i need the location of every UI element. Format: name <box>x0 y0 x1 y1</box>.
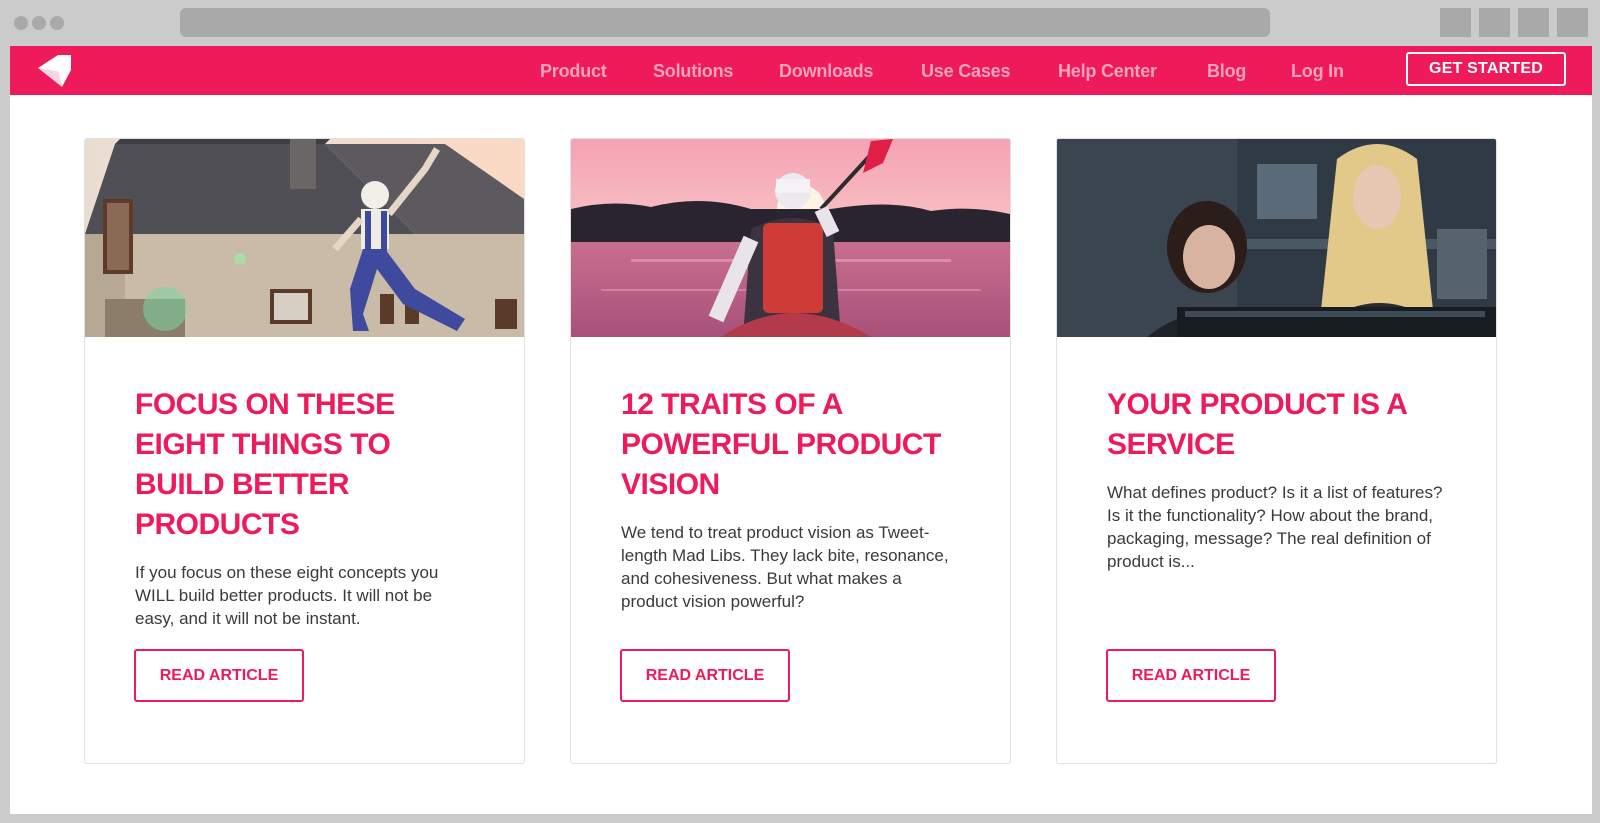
article-title[interactable]: 12 TRAITS OF A POWERFUL PRODUCT VISION <box>621 385 961 505</box>
nav-link-solutions[interactable]: Solutions <box>653 60 733 82</box>
article-excerpt: If you focus on these eight concepts you… <box>135 563 439 628</box>
window-dot <box>50 16 64 30</box>
window-button[interactable] <box>1557 8 1588 37</box>
window-button[interactable] <box>1479 8 1510 37</box>
address-bar[interactable] <box>180 8 1270 37</box>
nav-link-product[interactable]: Product <box>540 60 607 82</box>
nav-link-downloads[interactable]: Downloads <box>779 60 873 82</box>
nav-link-help-center[interactable]: Help Center <box>1058 60 1157 82</box>
article-card: YOUR PRODUCT IS A SERVICE What defines p… <box>1056 138 1497 764</box>
nav-link-blog[interactable]: Blog <box>1207 60 1246 82</box>
window-dot <box>14 16 28 30</box>
article-card: FOCUS ON THESE EIGHT THINGS TO BUILD BET… <box>84 138 525 764</box>
kayaker-sunset-image[interactable] <box>571 139 1010 337</box>
get-started-button[interactable]: GET STARTED <box>1406 52 1566 86</box>
read-article-button[interactable]: READ ARTICLE <box>1106 649 1276 702</box>
article-card: 12 TRAITS OF A POWERFUL PRODUCT VISION W… <box>570 138 1011 764</box>
article-title[interactable]: FOCUS ON THESE EIGHT THINGS TO BUILD BET… <box>135 385 475 545</box>
brand-logo-icon[interactable] <box>36 54 72 88</box>
house-jumping-worker-image[interactable] <box>85 139 524 337</box>
window-dot <box>32 16 46 30</box>
window-button[interactable] <box>1518 8 1549 37</box>
article-excerpt: We tend to treat product vision as Tweet… <box>621 523 949 611</box>
read-article-button[interactable]: READ ARTICLE <box>134 649 304 702</box>
nav-link-log-in[interactable]: Log In <box>1291 60 1344 82</box>
browser-chrome <box>0 0 1600 46</box>
women-at-computer-image[interactable] <box>1057 139 1496 337</box>
article-excerpt: What defines product? Is it a list of fe… <box>1107 483 1443 571</box>
read-article-button[interactable]: READ ARTICLE <box>620 649 790 702</box>
article-title[interactable]: YOUR PRODUCT IS A SERVICE <box>1107 385 1447 465</box>
top-navigation: Product Solutions Downloads Use Cases He… <box>10 46 1592 95</box>
web-page: Product Solutions Downloads Use Cases He… <box>10 46 1592 814</box>
nav-link-use-cases[interactable]: Use Cases <box>921 60 1010 82</box>
window-button[interactable] <box>1440 8 1471 37</box>
